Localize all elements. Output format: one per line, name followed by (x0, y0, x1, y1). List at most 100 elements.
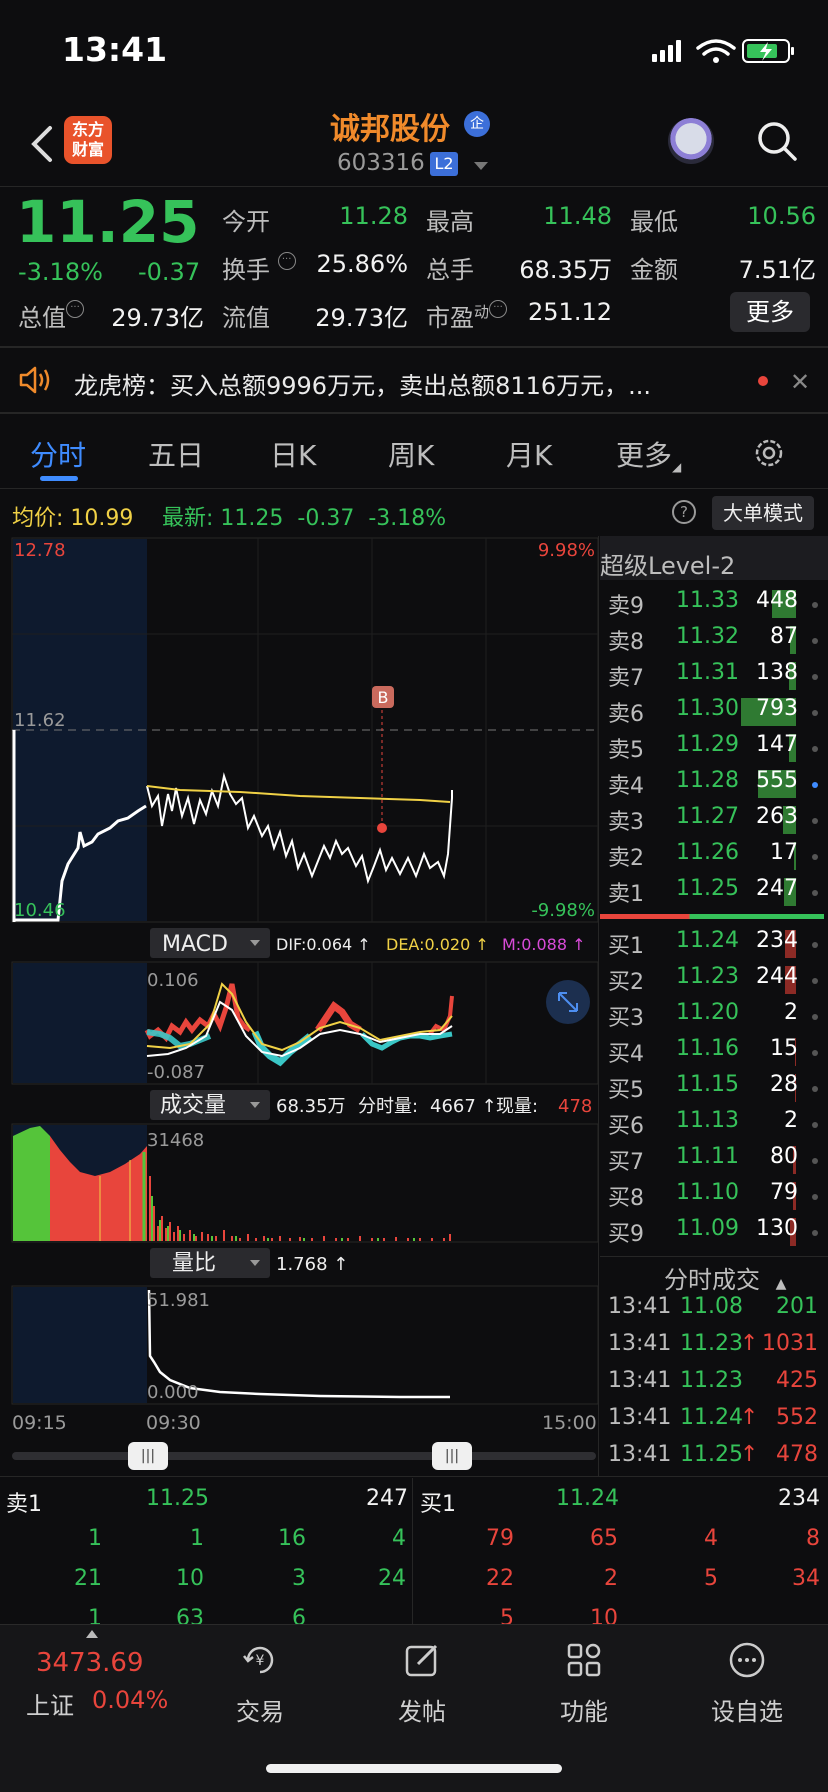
low-value: 10.56 (747, 202, 816, 230)
trade-time: 13:41 (608, 1405, 672, 1430)
indicator-dot (812, 674, 818, 680)
ask-volume: 147 (756, 732, 798, 757)
indicator-dot (812, 1014, 818, 1020)
close-icon[interactable]: ✕ (790, 368, 810, 396)
trade-volume: 552 (776, 1405, 818, 1430)
index-name[interactable]: 上证 (26, 1686, 74, 1721)
search-icon[interactable] (756, 120, 798, 162)
ask-label: 卖5 (608, 738, 644, 763)
range-slider-track[interactable] (12, 1452, 596, 1460)
chevron-up-icon[interactable] (86, 1630, 98, 1638)
svg-text:68.35万: 68.35万 (276, 1096, 346, 1117)
svg-text:分时量:: 分时量: (358, 1096, 418, 1117)
chevron-down-icon[interactable] (474, 162, 488, 170)
more-button[interactable]: 更多 (730, 292, 810, 332)
queue-buy-label: 买1 (420, 1492, 456, 1517)
help-icon[interactable]: ? (672, 500, 696, 524)
info-icon[interactable]: ··· (489, 300, 508, 318)
stock-name[interactable]: 诚邦股份 (330, 104, 450, 148)
tab-five-day[interactable]: 五日 (148, 434, 204, 474)
tabs-divider (0, 488, 828, 489)
queue-buy-price: 11.24 (556, 1486, 619, 1511)
info-icon[interactable]: ··· (277, 252, 296, 270)
tab-intraday[interactable]: 分时 (30, 434, 86, 474)
bid-label: 买8 (608, 1186, 644, 1211)
indicator-dot (812, 942, 818, 948)
stock-code: 603316 (337, 150, 425, 176)
bid-row[interactable]: 买4 11.16 15 (606, 1036, 818, 1072)
ask-row[interactable]: 卖2 11.26 17 (606, 840, 818, 876)
ask-row[interactable]: 卖1 11.25 247 (606, 876, 818, 912)
ask-price: 11.26 (676, 840, 739, 865)
ask-price: 11.29 (676, 732, 739, 757)
ask-label: 卖7 (608, 666, 644, 691)
queue-cell: 24 (378, 1566, 406, 1591)
bid-row[interactable]: 买7 11.11 80 (606, 1144, 818, 1180)
index-value[interactable]: 3473.69 (36, 1648, 144, 1678)
index-percent[interactable]: 0.04% (92, 1686, 168, 1714)
trades-title[interactable]: 分时成交 ▲ (664, 1260, 786, 1295)
svg-text:-0.087: -0.087 (147, 1062, 205, 1083)
bid-row[interactable]: 买9 11.09 130 (606, 1216, 818, 1252)
tab-more[interactable]: 更多◢ (616, 434, 681, 474)
chart-area[interactable]: B 12.78 11.62 10.46 9.98% -9.98% MACD DI… (0, 536, 600, 1426)
queue-divider (0, 1476, 828, 1477)
pe-label: 市盈动 ··· (426, 298, 508, 333)
app-logo: 东方 财富 (64, 116, 112, 164)
ask-label: 卖9 (608, 594, 644, 619)
ask-row[interactable]: 卖7 11.31 138 (606, 660, 818, 696)
queue-buy-total: 234 (778, 1486, 820, 1511)
tab-monthly-k[interactable]: 月K (506, 434, 552, 474)
ask-volume: 138 (756, 660, 798, 685)
tab-daily-k[interactable]: 日K (270, 434, 316, 474)
ask-row[interactable]: 卖3 11.27 263 (606, 804, 818, 840)
nav-functions[interactable]: 功能 (542, 1640, 626, 1727)
bid-row[interactable]: 买2 11.23 244 (606, 964, 818, 1000)
svg-text:MACD: MACD (162, 932, 228, 957)
indicator-dot (812, 1158, 818, 1164)
trade-arrow: ↑ (740, 1331, 759, 1356)
ask-row[interactable]: 卖4 11.28 555 (606, 768, 818, 804)
float-cap-value: 29.73亿 (315, 304, 408, 332)
trade-time: 13:41 (608, 1442, 672, 1467)
ask-volume: 448 (756, 588, 798, 613)
queue-sell-label: 卖1 (6, 1492, 42, 1517)
ask-row[interactable]: 卖8 11.32 87 (606, 624, 818, 660)
range-handle-right[interactable]: ||| (432, 1442, 472, 1470)
robot-assistant-icon[interactable] (668, 118, 714, 164)
bid-row[interactable]: 买1 11.24 234 (606, 928, 818, 964)
bid-row[interactable]: 买6 11.13 2 (606, 1108, 818, 1144)
bid-price: 11.11 (676, 1144, 739, 1169)
range-handle-left[interactable]: ||| (128, 1442, 168, 1470)
bid-price: 11.23 (676, 964, 739, 989)
tab-weekly-k[interactable]: 周K (388, 434, 434, 474)
info-icon[interactable]: ··· (66, 300, 84, 318)
bid-row[interactable]: 买5 11.15 28 (606, 1072, 818, 1108)
trade-row: 13:41 11.23 ↑ 1031 (606, 1331, 818, 1367)
gear-icon[interactable] (752, 436, 786, 470)
ask-row[interactable]: 卖9 11.33 448 (606, 588, 818, 624)
trade-icon: ¥ (243, 1646, 274, 1674)
nav-post[interactable]: 发帖 (380, 1640, 464, 1727)
big-order-mode-button[interactable]: 大单模式 (712, 496, 814, 530)
bid-row[interactable]: 买8 11.10 79 (606, 1180, 818, 1216)
pct-axis-top: 9.98% (538, 540, 595, 561)
home-indicator (266, 1764, 562, 1773)
change-percent: -3.18% (18, 258, 103, 286)
bid-price: 11.13 (676, 1108, 739, 1133)
ask-label: 卖8 (608, 630, 644, 655)
ask-row[interactable]: 卖5 11.29 147 (606, 732, 818, 768)
back-icon[interactable] (26, 120, 60, 168)
bid-row[interactable]: 买3 11.20 2 (606, 1000, 818, 1036)
queue-cell: 22 (486, 1566, 514, 1591)
last-price: 11.25 (16, 188, 200, 256)
avg-price-label: 均价: 10.99 (12, 506, 134, 531)
bid-volume: 2 (784, 1000, 798, 1025)
low-label: 最低 (630, 208, 678, 236)
ask-row[interactable]: 卖6 11.30 793 (606, 696, 818, 732)
nav-watchlist[interactable]: 设自选 (700, 1640, 794, 1727)
trade-row: 13:41 11.25 ↑ 478 (606, 1442, 818, 1478)
nav-trade[interactable]: ¥ 交易 (218, 1640, 302, 1727)
bid-volume: 15 (770, 1036, 798, 1061)
announcement-text[interactable]: 龙虎榜：买入总额9996万元，卖出总额8116万元，... (74, 366, 651, 401)
